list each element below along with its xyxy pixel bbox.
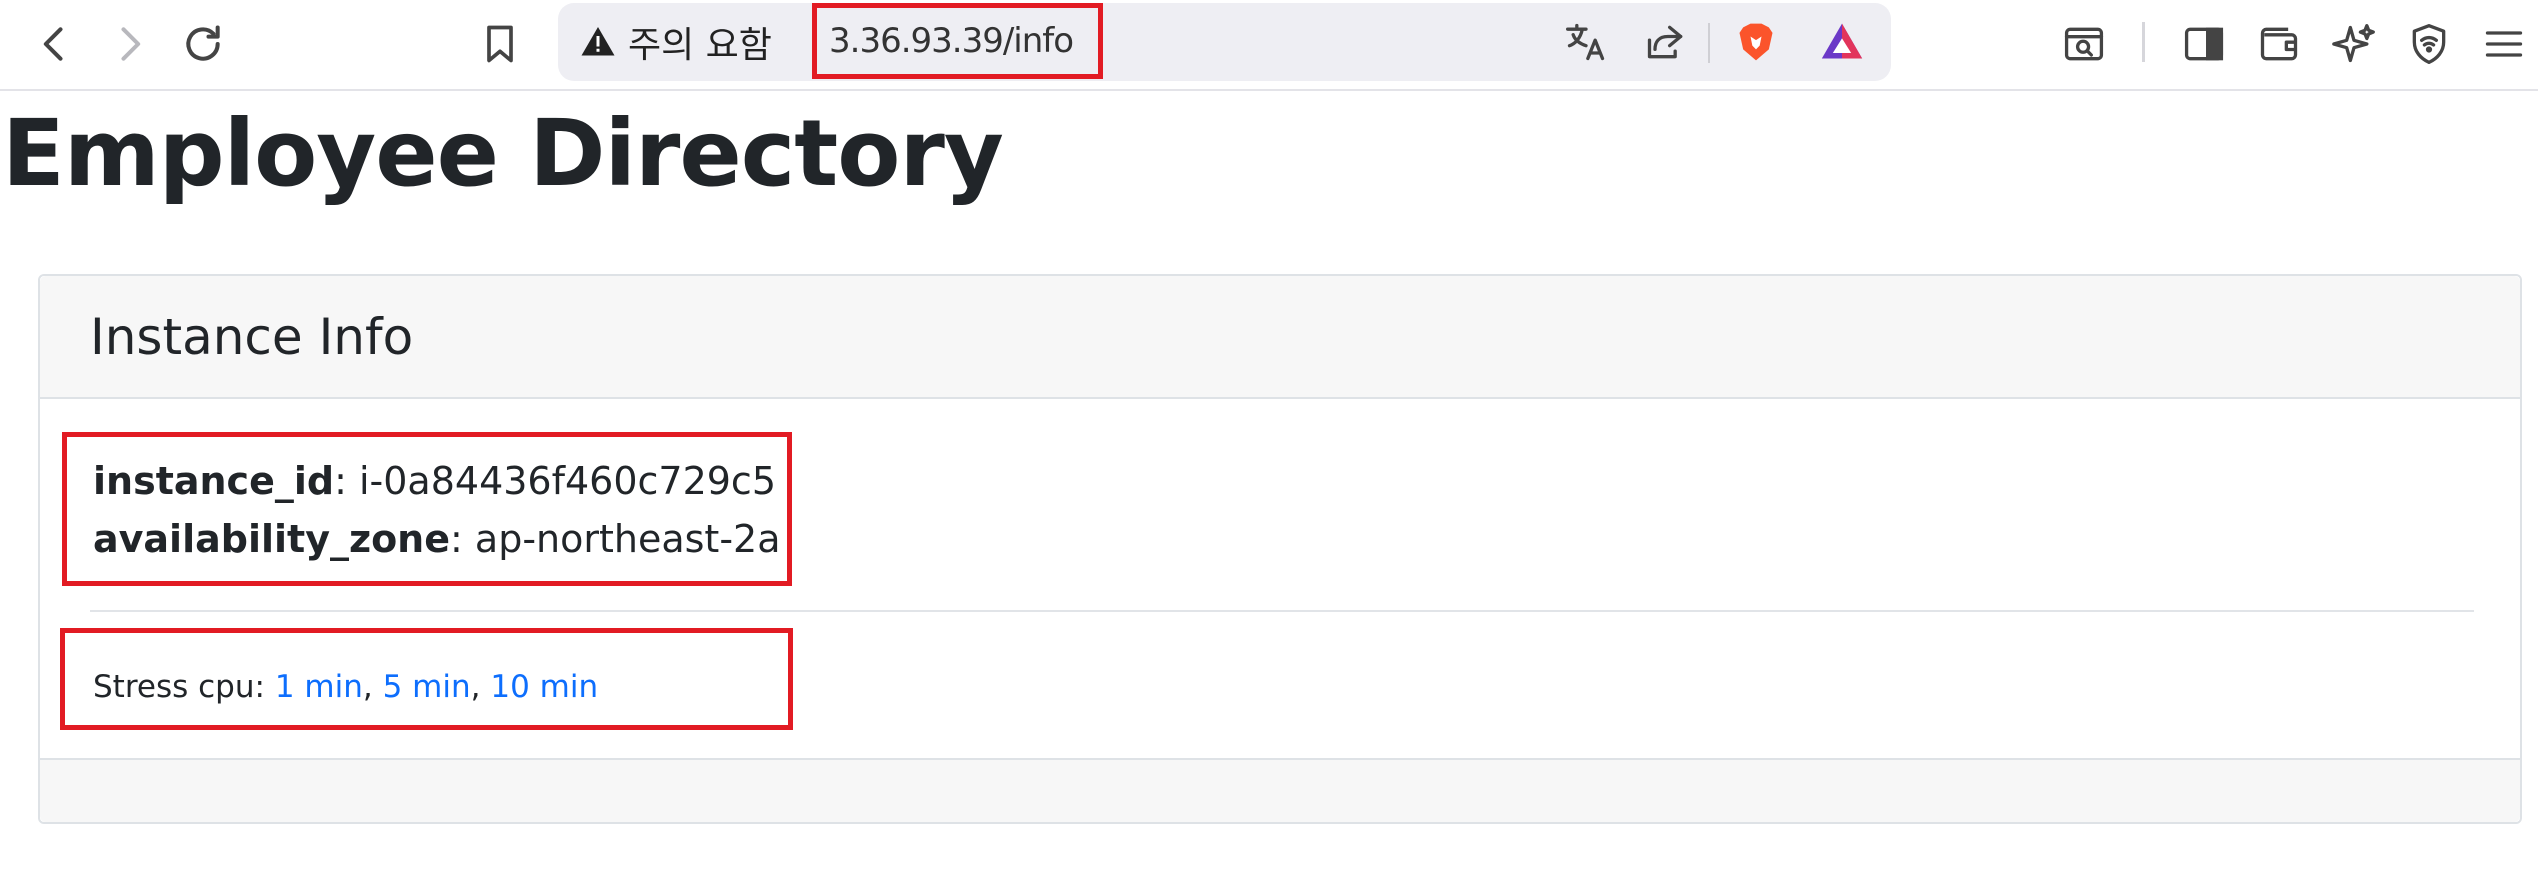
chevron-right-icon — [121, 27, 141, 61]
brave-shields-button[interactable] — [1728, 14, 1784, 70]
address-bar[interactable]: 주의 요함 3.36.93.39/info — [558, 3, 1891, 81]
card-header: Instance Info — [40, 276, 2520, 399]
link-separator: , — [470, 669, 481, 705]
tab-search-icon — [2064, 27, 2104, 61]
link-separator: , — [362, 669, 373, 705]
instance-fields-highlight: instance_id: i-0a84436f460c729c5 availab… — [62, 432, 792, 586]
brave-rewards-button[interactable] — [1814, 14, 1870, 70]
url-text[interactable]: 3.36.93.39/info — [812, 3, 1103, 79]
stress-cpu-line: Stress cpu: 1 min, 5 min, 10 min — [93, 669, 598, 705]
reload-icon — [186, 25, 220, 61]
shield-wifi-icon — [2412, 24, 2446, 64]
translate-icon — [1566, 23, 1605, 61]
stress-links-highlight: Stress cpu: 1 min, 5 min, 10 min — [60, 628, 793, 730]
translate-button[interactable] — [1558, 14, 1614, 70]
chevron-left-icon — [43, 27, 63, 61]
card-title: Instance Info — [90, 308, 414, 366]
brave-rewards-triangle-icon — [1821, 23, 1863, 59]
wallet-icon — [2260, 27, 2298, 61]
divider — [90, 610, 2474, 612]
sidebar-button[interactable] — [2172, 12, 2236, 76]
card-footer — [40, 758, 2520, 822]
bookmark-button[interactable] — [468, 12, 532, 76]
brave-lion-icon — [1739, 23, 1773, 61]
bookmark-icon — [487, 25, 513, 63]
stress-label: Stress cpu: — [93, 669, 265, 705]
warning-icon — [581, 27, 615, 56]
back-button[interactable] — [23, 12, 87, 76]
vpn-button[interactable] — [2397, 12, 2461, 76]
field-key: availability_zone — [93, 517, 451, 561]
instance-info-card: Instance Info instance_id: i-0a84436f460… — [38, 274, 2522, 824]
field-value: ap-northeast-2a — [474, 517, 781, 561]
field-availability-zone: availability_zone: ap-northeast-2a — [93, 517, 781, 561]
share-icon — [1647, 25, 1683, 59]
stress-5-min-link[interactable]: 5 min — [383, 669, 471, 705]
leo-ai-button[interactable] — [2322, 12, 2386, 76]
stress-1-min-link[interactable]: 1 min — [275, 669, 363, 705]
tab-search-button[interactable] — [2052, 12, 2116, 76]
browser-toolbar: 주의 요함 3.36.93.39/info — [0, 0, 2538, 91]
security-warning-label: 주의 요함 — [628, 25, 772, 66]
address-bar-separator — [1708, 23, 1710, 63]
field-key: instance_id — [93, 459, 335, 503]
page-title: Employee Directory — [2, 100, 1004, 207]
sidebar-icon — [2184, 27, 2224, 61]
stress-10-min-link[interactable]: 10 min — [490, 669, 598, 705]
reload-button[interactable] — [171, 12, 235, 76]
wallet-button[interactable] — [2247, 12, 2311, 76]
field-value: i-0a84436f460c729c5 — [358, 459, 777, 503]
menu-button[interactable] — [2472, 12, 2536, 76]
toolbar-separator — [2142, 22, 2145, 62]
share-button[interactable] — [1638, 14, 1694, 70]
forward-button[interactable] — [97, 12, 161, 76]
sparkle-icon — [2332, 24, 2375, 63]
hamburger-menu-icon — [2485, 31, 2523, 57]
field-instance-id: instance_id: i-0a84436f460c729c5 — [93, 459, 777, 503]
security-warning[interactable]: 주의 요함 — [580, 3, 772, 81]
